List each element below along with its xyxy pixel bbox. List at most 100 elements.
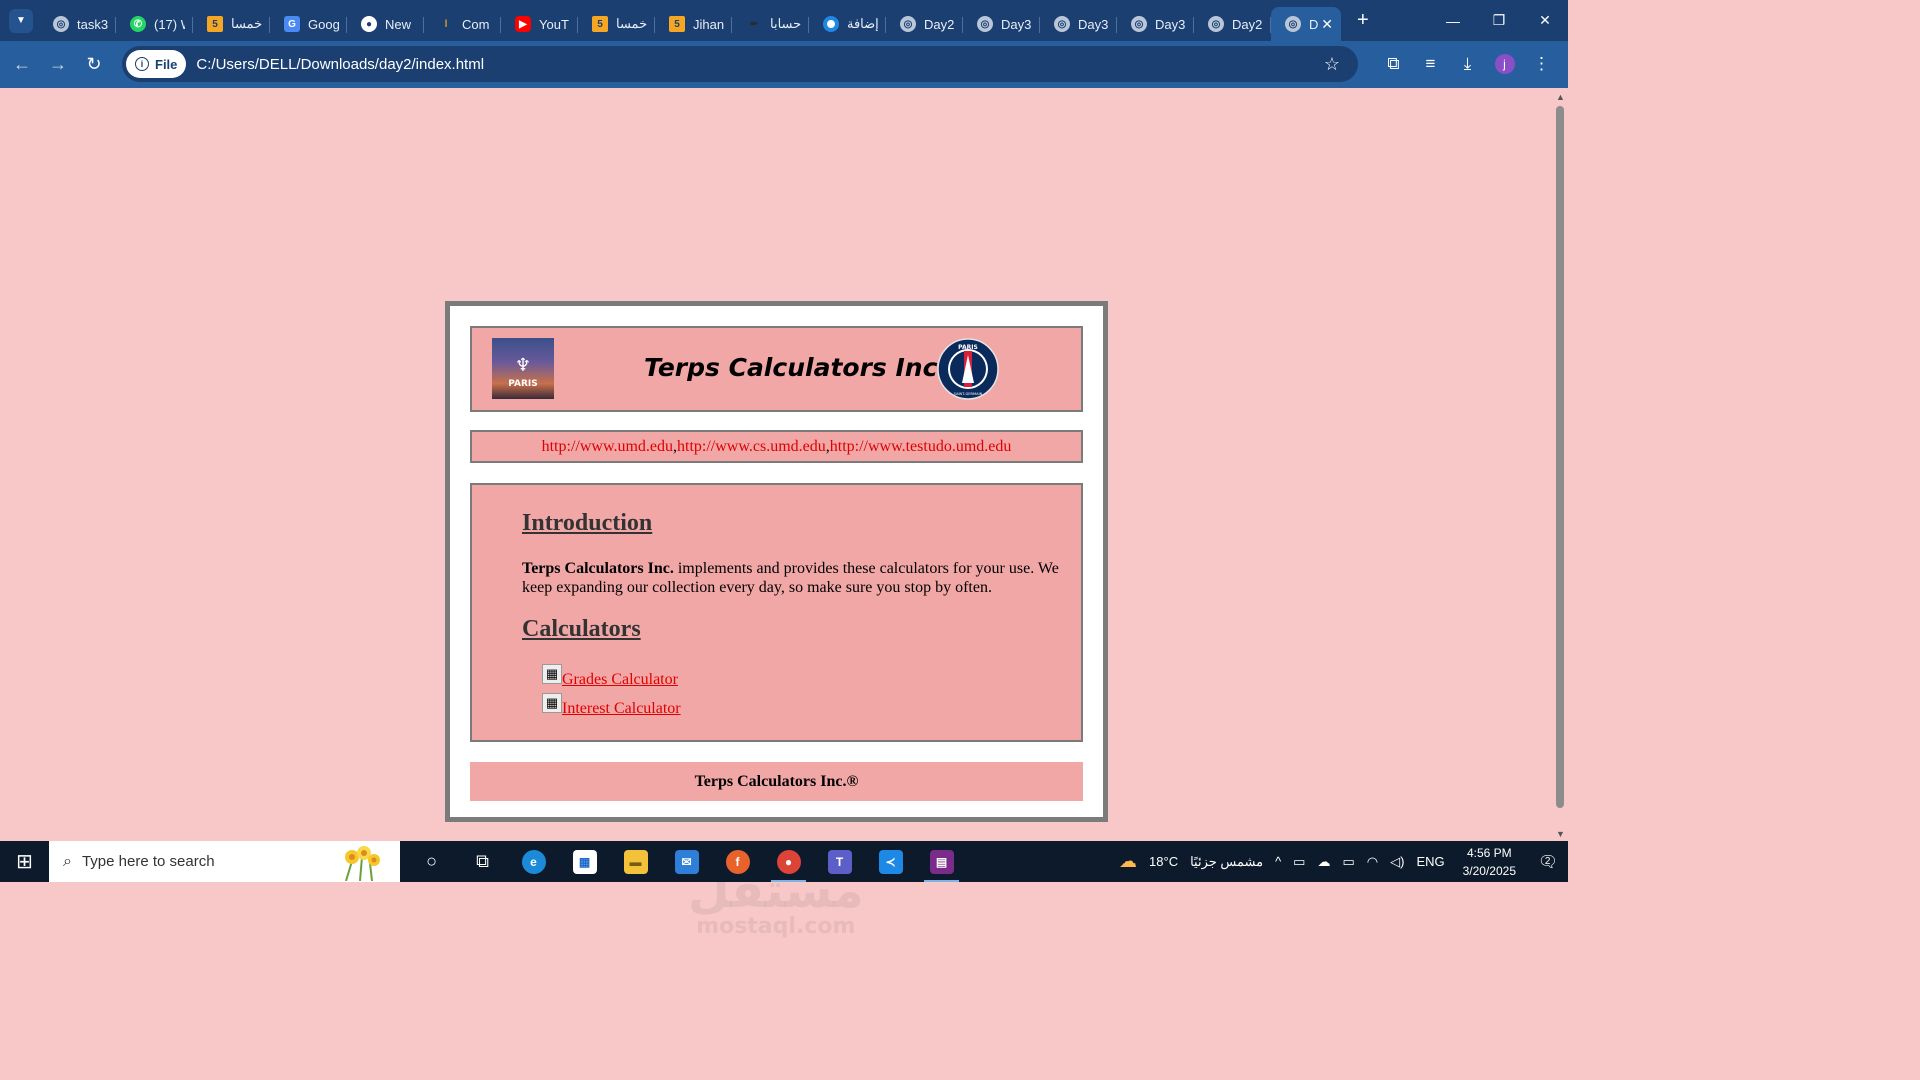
restore-button[interactable]: ❐ bbox=[1476, 0, 1522, 41]
intro-paragraph: Terps Calculators Inc. implements and pr… bbox=[522, 560, 1059, 596]
taskbar-search[interactable]: ⌕ Type here to search bbox=[49, 841, 400, 882]
chevron-up-icon[interactable]: ^ bbox=[1269, 854, 1287, 869]
tab[interactable]: ◎ Day3 bbox=[963, 7, 1040, 41]
forward-button[interactable]: → bbox=[40, 47, 76, 83]
calculators-heading: Calculators bbox=[522, 616, 641, 642]
scroll-up-arrow-icon[interactable]: ▲ bbox=[1556, 92, 1565, 102]
chrome-icon: ● bbox=[361, 16, 377, 32]
tab[interactable]: ◎ Day3 bbox=[1117, 7, 1194, 41]
download-icon[interactable]: ⤓ bbox=[1449, 46, 1486, 82]
task-view-icon[interactable]: ⧉ bbox=[457, 841, 508, 882]
interest-calculator-link[interactable]: Interest Calculator bbox=[562, 700, 681, 718]
store-icon[interactable]: ▦ bbox=[559, 841, 610, 882]
extensions-icon[interactable]: ⧉ bbox=[1375, 46, 1412, 82]
youtube-icon: ▶ bbox=[515, 16, 531, 32]
tab[interactable]: ◎ Day2 bbox=[886, 7, 963, 41]
menu-kebab-icon[interactable]: ⋮ bbox=[1523, 46, 1560, 82]
meet-now-icon[interactable]: ▭ bbox=[1287, 854, 1311, 870]
globe-icon: ◎ bbox=[1054, 16, 1070, 32]
wifi-icon[interactable]: ◠ bbox=[1361, 854, 1384, 870]
intro-heading: Introduction bbox=[522, 510, 653, 536]
onedrive-icon[interactable]: ☁ bbox=[1311, 854, 1336, 870]
globe-icon: ◎ bbox=[1208, 16, 1224, 32]
tab[interactable]: 5 خمسا bbox=[193, 7, 270, 41]
browser-toolbar: ← → ↻ i File C:/Users/DELL/Downloads/day… bbox=[0, 41, 1568, 88]
tab-search-button[interactable]: ▼ bbox=[9, 8, 33, 33]
battery-icon[interactable]: ▭ bbox=[1336, 854, 1360, 870]
scrollbar-thumb[interactable] bbox=[1556, 106, 1564, 808]
tab[interactable]: G Goog bbox=[270, 7, 347, 41]
minimize-button[interactable]: — bbox=[1430, 0, 1476, 41]
site-title: Terps Calculators Inc. bbox=[644, 353, 947, 382]
close-window-button[interactable]: ✕ bbox=[1522, 0, 1568, 41]
clock[interactable]: 4:56 PM 3/20/2025 bbox=[1451, 844, 1528, 880]
svg-text:PARIS: PARIS bbox=[958, 344, 978, 351]
list-item: ▦ Grades Calculator bbox=[542, 660, 681, 689]
scroll-down-arrow-icon[interactable]: ▼ bbox=[1556, 829, 1565, 839]
mail-icon[interactable]: ✉ bbox=[661, 841, 712, 882]
language-indicator[interactable]: ENG bbox=[1410, 854, 1450, 869]
chrome-taskbar-icon[interactable]: ● bbox=[763, 841, 814, 882]
link-testudo[interactable]: http://www.testudo.umd.edu bbox=[830, 438, 1012, 456]
calculators-list: ▦ Grades Calculator ▦ Interest Calculator bbox=[542, 660, 681, 718]
taskbar-apps: ○ ⧉ e ▦ ▬ ✉ f ● T ≺ ▤ bbox=[406, 841, 967, 882]
firefox-icon[interactable]: f bbox=[712, 841, 763, 882]
tab-active[interactable]: ◎ D ✕ bbox=[1271, 7, 1341, 41]
daffodil-decoration bbox=[345, 846, 380, 881]
ring-icon bbox=[823, 16, 839, 32]
bookmark-star-icon[interactable]: ☆ bbox=[1324, 54, 1340, 75]
reload-button[interactable]: ↻ bbox=[76, 47, 112, 83]
notification-center-icon[interactable]: 🗨 2 bbox=[1528, 841, 1568, 882]
khamsat-icon: 5 bbox=[207, 16, 223, 32]
teams-icon[interactable]: T bbox=[814, 841, 865, 882]
tab[interactable]: 5 Jihan bbox=[655, 7, 732, 41]
site-footer: Terps Calculators Inc.® bbox=[470, 762, 1083, 801]
media-controls-icon[interactable]: ≡ bbox=[1412, 46, 1449, 82]
tab[interactable]: إضافة bbox=[809, 7, 886, 41]
tab[interactable]: ◎ Day2 bbox=[1194, 7, 1271, 41]
grades-calculator-link[interactable]: Grades Calculator bbox=[562, 671, 678, 689]
khamsat-icon: 5 bbox=[592, 16, 608, 32]
volume-icon[interactable]: ◁) bbox=[1384, 854, 1410, 870]
edge-icon[interactable]: e bbox=[508, 841, 559, 882]
main-content: Introduction Terps Calculators Inc. impl… bbox=[470, 483, 1083, 742]
tab[interactable]: ǀ Com bbox=[424, 7, 501, 41]
winrar-icon[interactable]: ▤ bbox=[916, 841, 967, 882]
close-tab-icon[interactable]: ✕ bbox=[1321, 16, 1333, 33]
tab[interactable]: ● New bbox=[347, 7, 424, 41]
profile-button[interactable]: j bbox=[1486, 46, 1523, 82]
cortana-icon[interactable]: ○ bbox=[406, 841, 457, 882]
back-button[interactable]: ← bbox=[4, 47, 40, 83]
info-icon: i bbox=[135, 57, 149, 71]
vertical-scrollbar[interactable]: ▲ ▼ bbox=[1552, 88, 1568, 841]
search-placeholder: Type here to search bbox=[81, 853, 215, 870]
calculator-icon: ▦ bbox=[542, 664, 562, 684]
weather-icon[interactable]: ☁ bbox=[1113, 851, 1143, 872]
whatsapp-icon: ✆ bbox=[130, 16, 146, 32]
tab[interactable]: ✒ حسابا bbox=[732, 7, 809, 41]
khamsat-icon: 5 bbox=[669, 16, 685, 32]
window-controls: — ❐ ✕ bbox=[1430, 0, 1568, 41]
new-tab-button[interactable]: + bbox=[1357, 9, 1369, 32]
tab[interactable]: 5 خمسا bbox=[578, 7, 655, 41]
tab[interactable]: ▶ YouT bbox=[501, 7, 578, 41]
candle-icon: ǀ bbox=[444, 18, 448, 30]
psg-logo: PARIS SAINT-GERMAIN bbox=[937, 338, 999, 400]
start-button[interactable]: ⊞ bbox=[0, 841, 49, 882]
tab[interactable]: ◎ task3 bbox=[39, 7, 116, 41]
site-info-chip[interactable]: i File bbox=[126, 50, 187, 78]
vscode-icon[interactable]: ≺ bbox=[865, 841, 916, 882]
google-translate-icon: G bbox=[284, 16, 300, 32]
link-cs-umd[interactable]: http://www.cs.umd.edu bbox=[677, 438, 826, 456]
tab[interactable]: ◎ Day3 bbox=[1040, 7, 1117, 41]
globe-icon: ◎ bbox=[977, 16, 993, 32]
svg-text:SAINT-GERMAIN: SAINT-GERMAIN bbox=[954, 392, 983, 396]
url-text[interactable]: C:/Users/DELL/Downloads/day2/index.html bbox=[196, 56, 484, 73]
file-explorer-icon[interactable]: ▬ bbox=[610, 841, 661, 882]
address-bar[interactable]: i File C:/Users/DELL/Downloads/day2/inde… bbox=[122, 46, 1358, 82]
link-umd[interactable]: http://www.umd.edu bbox=[542, 438, 673, 456]
weather-text[interactable]: مشمس جزئيًا bbox=[1184, 854, 1269, 870]
tab[interactable]: ✆(17) W bbox=[116, 7, 193, 41]
weather-temp[interactable]: 18°C bbox=[1143, 854, 1184, 869]
eiffel-tower-icon: ♆ bbox=[514, 355, 532, 376]
